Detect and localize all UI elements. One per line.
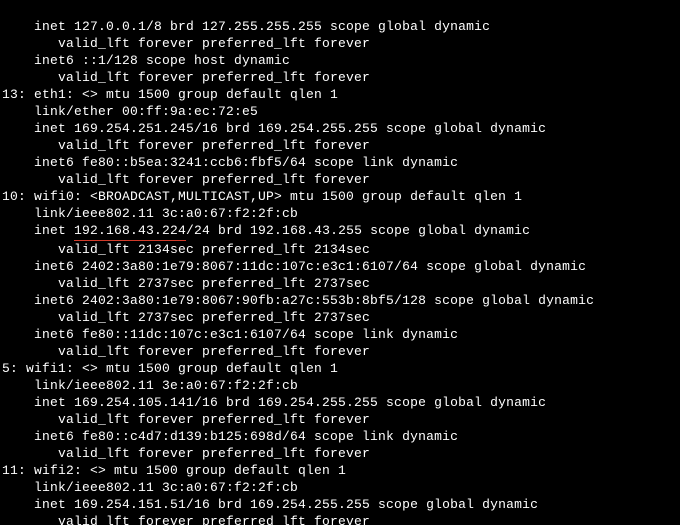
term-line: valid_lft forever preferred_lft forever	[2, 138, 370, 153]
term-line: link/ether 00:ff:9a:ec:72:e5	[2, 104, 258, 119]
term-line: valid_lft forever preferred_lft forever	[2, 446, 370, 461]
terminal-output: inet 127.0.0.1/8 brd 127.255.255.255 sco…	[0, 0, 680, 525]
term-line: inet 127.0.0.1/8 brd 127.255.255.255 sco…	[2, 19, 490, 34]
term-line: link/ieee802.11 3c:a0:67:f2:2f:cb	[2, 206, 298, 221]
term-line: inet6 fe80::b5ea:3241:ccb6:fbf5/64 scope…	[2, 155, 458, 170]
term-line: 11: wifi2: <> mtu 1500 group default qle…	[2, 463, 346, 478]
term-line: valid_lft 2737sec preferred_lft 2737sec	[2, 310, 370, 325]
term-line: inet 192.168.43.224/24 brd 192.168.43.25…	[2, 223, 530, 238]
term-line: inet 169.254.105.141/16 brd 169.254.255.…	[2, 395, 546, 410]
term-line: link/ieee802.11 3c:a0:67:f2:2f:cb	[2, 480, 298, 495]
term-line: inet 169.254.251.245/16 brd 169.254.255.…	[2, 121, 546, 136]
term-line: inet6 2402:3a80:1e79:8067:90fb:a27c:553b…	[2, 293, 594, 308]
term-line: 13: eth1: <> mtu 1500 group default qlen…	[2, 87, 338, 102]
term-line: inet6 fe80::c4d7:d139:b125:698d/64 scope…	[2, 429, 458, 444]
term-line: valid_lft 2134sec preferred_lft 2134sec	[2, 242, 370, 257]
term-line: valid_lft 2737sec preferred_lft 2737sec	[2, 276, 370, 291]
term-line: link/ieee802.11 3e:a0:67:f2:2f:cb	[2, 378, 298, 393]
term-line: inet 169.254.151.51/16 brd 169.254.255.2…	[2, 497, 538, 512]
highlighted-ip: 192.168.43.224	[74, 222, 186, 241]
term-line: inet6 ::1/128 scope host dynamic	[2, 53, 290, 68]
term-line: 10: wifi0: <BROADCAST,MULTICAST,UP> mtu …	[2, 189, 522, 204]
term-line: valid_lft forever preferred_lft forever	[2, 412, 370, 427]
term-line: valid_lft forever preferred_lft forever	[2, 172, 370, 187]
term-line: valid_lft forever preferred_lft forever	[2, 70, 370, 85]
term-line: valid_lft forever preferred_lft forever	[2, 36, 370, 51]
term-line: inet6 fe80::11dc:107c:e3c1:6107/64 scope…	[2, 327, 458, 342]
term-line: inet6 2402:3a80:1e79:8067:11dc:107c:e3c1…	[2, 259, 586, 274]
term-line: 5: wifi1: <> mtu 1500 group default qlen…	[2, 361, 338, 376]
term-line: valid_lft forever preferred_lft forever	[2, 514, 370, 525]
term-line: valid_lft forever preferred_lft forever	[2, 344, 370, 359]
